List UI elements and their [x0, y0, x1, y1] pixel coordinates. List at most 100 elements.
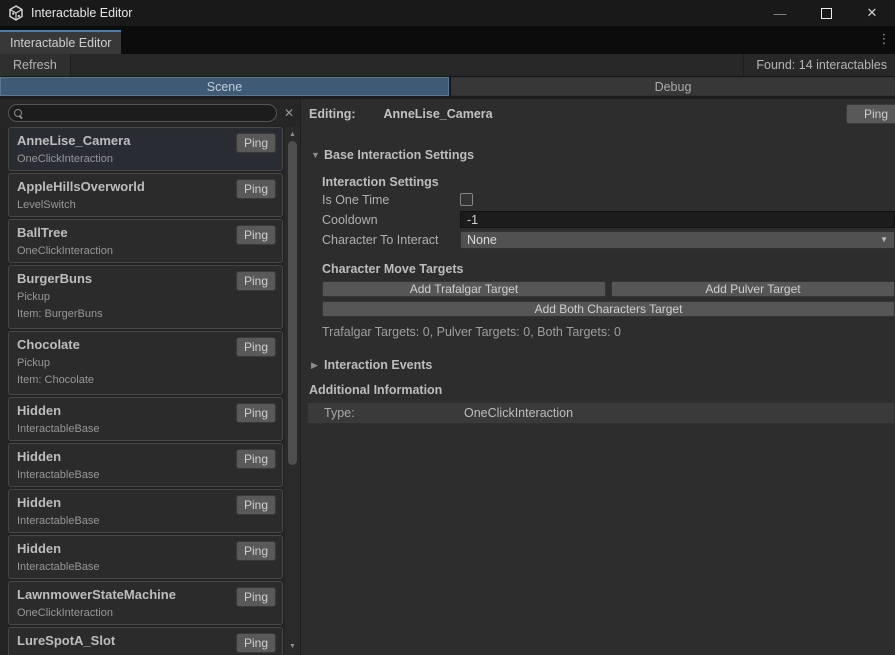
scrollbar-thumb[interactable]: [288, 141, 297, 465]
list-scrollbar[interactable]: ▲ ▼: [285, 127, 300, 655]
search-icon: [14, 109, 23, 118]
view-tab-bar: Scene Debug: [0, 77, 895, 99]
list-item[interactable]: BallTree OneClickInteraction Ping: [8, 219, 283, 263]
close-button[interactable]: ✕: [849, 0, 895, 26]
list-item-detail: Item: Chocolate: [17, 374, 274, 387]
list-item[interactable]: AppleHillsOverworld LevelSwitch Ping: [8, 173, 283, 217]
tab-scene-label: Scene: [207, 80, 242, 94]
found-count-label: Found: 14 interactables: [743, 54, 895, 76]
search-input[interactable]: [8, 104, 277, 122]
maximize-icon: [821, 8, 832, 19]
list-item-ping-button[interactable]: Ping: [236, 587, 276, 607]
add-pulver-label: Add Pulver Target: [705, 282, 800, 296]
list-item-ping-button[interactable]: Ping: [236, 225, 276, 245]
list-item-type: LevelSwitch: [17, 199, 274, 212]
tab-debug-label: Debug: [655, 80, 692, 94]
tab-interactable-editor[interactable]: Interactable Editor: [0, 30, 121, 54]
list-item-type: InteractableBase: [17, 515, 274, 528]
targets-summary: Trafalgar Targets: 0, Pulver Targets: 0,…: [322, 325, 895, 339]
interactable-editor-window: Interactable Editor — ✕ Interactable Edi…: [0, 0, 895, 655]
inspector-ping-label: Ping: [864, 107, 888, 121]
tab-label: Interactable Editor: [10, 36, 111, 50]
add-both-row: Add Both Characters Target: [322, 301, 895, 317]
minimize-icon: —: [774, 6, 787, 21]
list-item-type: InteractableBase: [17, 469, 274, 482]
list-item-ping-button[interactable]: Ping: [236, 271, 276, 291]
cooldown-label: Cooldown: [322, 213, 460, 227]
clear-search-icon: ✕: [284, 106, 294, 120]
app-cube-icon: [8, 5, 24, 21]
list-item-ping-button[interactable]: Ping: [236, 403, 276, 423]
add-pulver-target-button[interactable]: Add Pulver Target: [611, 281, 895, 297]
window-controls: — ✕: [757, 0, 895, 26]
move-target-buttons: Add Trafalgar Target Add Pulver Target: [322, 281, 895, 297]
refresh-button[interactable]: Refresh: [0, 54, 71, 76]
main-content: ✕ AnneLise_Camera OneClickInteraction Pi…: [0, 99, 895, 655]
cooldown-field[interactable]: -1: [460, 211, 895, 228]
list-item[interactable]: Hidden InteractableBase Ping: [8, 535, 283, 579]
list-wrap: AnneLise_Camera OneClickInteraction Ping…: [0, 127, 300, 655]
add-both-label: Add Both Characters Target: [535, 302, 683, 316]
list-item[interactable]: Hidden InteractableBase Ping: [8, 489, 283, 533]
editing-value: AnneLise_Camera: [384, 107, 493, 121]
list-item-ping-button[interactable]: Ping: [236, 179, 276, 199]
list-item[interactable]: Hidden InteractableBase Ping: [8, 443, 283, 487]
inspector-header: Editing: AnneLise_Camera: [309, 104, 895, 124]
list-item-type: Pickup: [17, 357, 274, 370]
list-item[interactable]: Chocolate Pickup Item: Chocolate Ping: [8, 331, 283, 395]
list-item-type: OneClickInteraction: [17, 153, 274, 166]
character-to-interact-label: Character To Interact: [322, 233, 460, 247]
add-both-characters-target-button[interactable]: Add Both Characters Target: [322, 301, 895, 317]
tab-debug[interactable]: Debug: [451, 77, 895, 96]
list-item-type: InteractableBase: [17, 423, 274, 436]
editor-tab-bar: Interactable Editor ⋮: [0, 26, 895, 54]
list-item-ping-button[interactable]: Ping: [236, 449, 276, 469]
list-item-type: InteractableBase: [17, 561, 274, 574]
search-row: ✕: [0, 99, 300, 127]
interaction-settings-header: Interaction Settings: [322, 175, 895, 189]
is-one-time-checkbox[interactable]: [460, 193, 473, 206]
list-item-ping-button[interactable]: Ping: [236, 633, 276, 653]
additional-info-header: Additional Information: [309, 383, 895, 397]
inspector-ping-button[interactable]: Ping: [846, 104, 895, 124]
type-row: Type: OneClickInteraction: [307, 402, 895, 424]
editing-label: Editing:: [309, 107, 356, 121]
interaction-settings-section: Interaction Settings Is One Time Cooldow…: [322, 175, 895, 372]
list-item[interactable]: LawnmowerStateMachine OneClickInteractio…: [8, 581, 283, 625]
add-trafalgar-target-button[interactable]: Add Trafalgar Target: [322, 281, 606, 297]
character-to-interact-row: Character To Interact None ▼: [322, 230, 895, 249]
list-item[interactable]: Hidden InteractableBase Ping: [8, 397, 283, 441]
is-one-time-label: Is One Time: [322, 193, 460, 207]
list-item-detail: Item: BurgerBuns: [17, 308, 274, 321]
maximize-button[interactable]: [803, 0, 849, 26]
cooldown-row: Cooldown -1: [322, 210, 895, 229]
base-settings-foldout[interactable]: ▼ Base Interaction Settings: [311, 148, 895, 162]
tab-menu-kebab-icon[interactable]: ⋮: [877, 32, 891, 45]
base-settings-foldout-label: Base Interaction Settings: [324, 148, 474, 162]
is-one-time-row: Is One Time: [322, 190, 895, 209]
list-item-type: OneClickInteraction: [17, 245, 274, 258]
minimize-button[interactable]: —: [757, 0, 803, 26]
list-item-ping-button[interactable]: Ping: [236, 337, 276, 357]
clear-search-button[interactable]: ✕: [280, 103, 298, 123]
interaction-events-label: Interaction Events: [324, 358, 432, 372]
list-item-ping-button[interactable]: Ping: [236, 133, 276, 153]
list-item-type: Pickup: [17, 291, 274, 304]
tab-scene[interactable]: Scene: [0, 77, 449, 96]
character-to-interact-value: None: [467, 233, 497, 247]
scroll-down-icon[interactable]: ▼: [285, 639, 300, 653]
cooldown-value: -1: [467, 213, 478, 227]
type-value: OneClickInteraction: [464, 406, 573, 420]
scroll-up-icon[interactable]: ▲: [285, 127, 300, 141]
interaction-events-foldout[interactable]: ▶ Interaction Events: [311, 358, 895, 372]
type-label: Type:: [324, 406, 464, 420]
move-targets-header: Character Move Targets: [322, 262, 895, 276]
list-item-ping-button[interactable]: Ping: [236, 495, 276, 515]
list-item[interactable]: LureSpotA_Slot Ping: [8, 627, 283, 655]
list-item[interactable]: AnneLise_Camera OneClickInteraction Ping: [8, 127, 283, 171]
list-item-ping-button[interactable]: Ping: [236, 541, 276, 561]
refresh-label: Refresh: [13, 58, 57, 72]
character-to-interact-dropdown[interactable]: None ▼: [460, 231, 895, 249]
list-item[interactable]: BurgerBuns Pickup Item: BurgerBuns Ping: [8, 265, 283, 329]
title-bar: Interactable Editor — ✕: [0, 0, 895, 26]
